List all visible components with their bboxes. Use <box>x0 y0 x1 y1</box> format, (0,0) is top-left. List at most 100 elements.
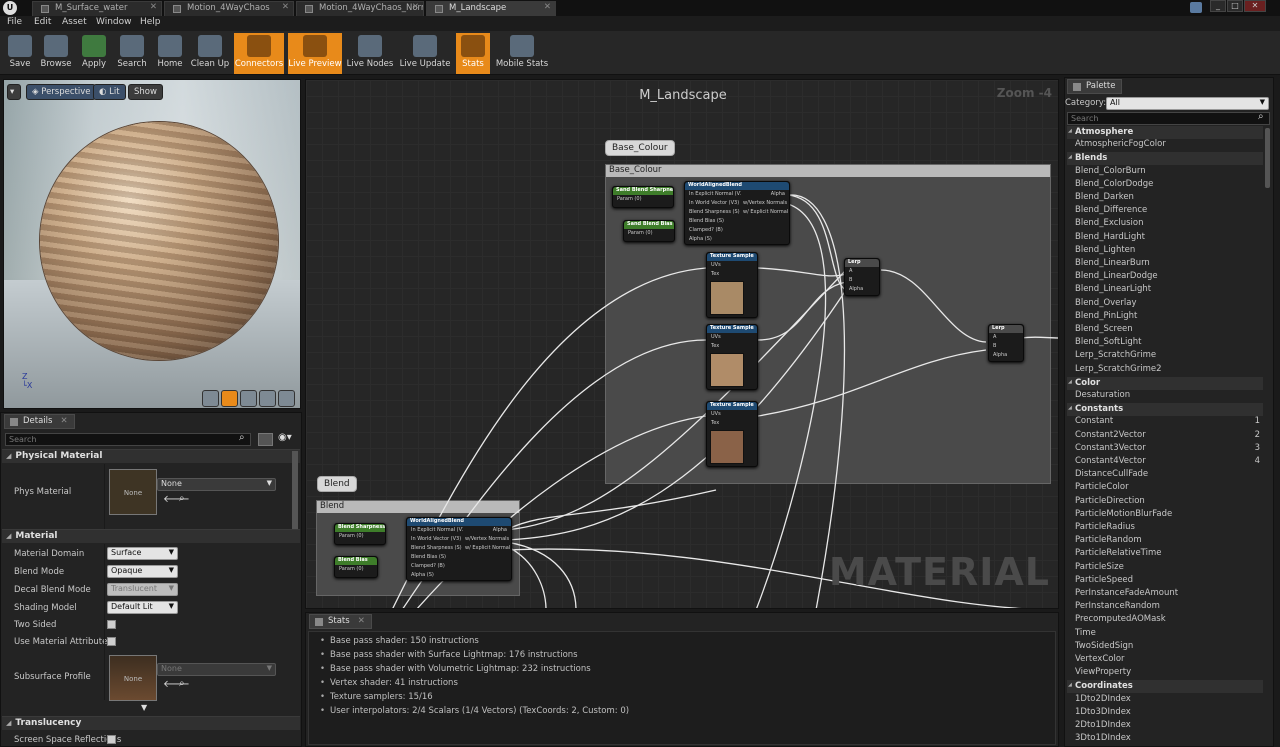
expand-advanced-icon[interactable]: ▼ <box>141 703 147 712</box>
palette-item[interactable]: Constant2Vector 2 <box>1075 430 1260 440</box>
cube-mode-icon[interactable] <box>259 390 276 407</box>
material-preview-viewport[interactable]: ▾ ◈ Perspective ◐ Lit Show Z └X <box>3 79 301 409</box>
palette-item[interactable]: ViewProperty <box>1075 667 1260 677</box>
palette-item[interactable]: Blend_LinearLight <box>1075 284 1260 294</box>
palette-search-input[interactable]: Search <box>1067 112 1270 125</box>
two-sided-checkbox[interactable] <box>107 620 116 629</box>
palette-item[interactable]: Lerp_ScratchGrime <box>1075 350 1260 360</box>
palette-item[interactable]: Blend_LinearBurn <box>1075 258 1260 268</box>
palette-item[interactable]: 3Dto1DIndex <box>1075 733 1260 743</box>
browse-button[interactable]: Browse <box>38 33 74 74</box>
palette-item[interactable]: PrecomputedAOMask <box>1075 614 1260 624</box>
search-button[interactable]: Search <box>114 33 150 74</box>
perspective-button[interactable]: ◈ Perspective <box>26 84 97 100</box>
translucency-section[interactable]: ◢ Translucency <box>2 716 300 730</box>
palette-category[interactable]: Blends <box>1067 152 1263 166</box>
connectors-button[interactable]: Connectors <box>234 33 284 74</box>
phys-material-dropdown[interactable]: None ▼ <box>157 478 276 491</box>
material-section[interactable]: ◢ Material <box>2 529 300 543</box>
tab-m-surface-water[interactable]: M_Surface_water ✕ <box>32 1 162 16</box>
shading-model-dropdown[interactable]: Default Lit ▼ <box>107 601 178 614</box>
palette-item[interactable]: TwoSidedSign <box>1075 641 1260 651</box>
palette-item[interactable]: VertexColor <box>1075 654 1260 664</box>
details-scrollbar[interactable] <box>292 451 298 531</box>
home-button[interactable]: Home <box>154 33 186 74</box>
live-update-button[interactable]: Live Update <box>398 33 452 74</box>
palette-item[interactable]: ParticleDirection <box>1075 496 1260 506</box>
material-domain-dropdown[interactable]: Surface ▼ <box>107 547 178 560</box>
close-icon[interactable]: ✕ <box>282 2 289 12</box>
palette-item[interactable]: ParticleSize <box>1075 562 1260 572</box>
lit-button[interactable]: ◐ Lit <box>93 84 126 100</box>
palette-item[interactable]: 1Dto3DIndex <box>1075 707 1260 717</box>
palette-category[interactable]: Constants <box>1067 403 1263 417</box>
material-graph-editor[interactable]: M_Landscape Zoom -4 Base_Colour Base_Col… <box>305 79 1059 609</box>
browse-asset-icon[interactable]: ⌕ <box>179 493 185 504</box>
close-icon[interactable]: ✕ <box>358 616 365 626</box>
palette-item[interactable]: Blend_ColorDodge <box>1075 179 1260 189</box>
sand-blend-sharpness-node[interactable]: Sand Blend Sharpness Param (0) <box>612 186 674 208</box>
palette-item[interactable]: Blend_Screen <box>1075 324 1260 334</box>
use-material-attributes-checkbox[interactable] <box>107 637 116 646</box>
use-selected-arrow-icon[interactable]: 🡐 <box>163 678 190 690</box>
menu-file[interactable]: File <box>7 17 22 27</box>
palette-category[interactable]: Coordinates <box>1067 680 1263 694</box>
eye-icon[interactable]: ◉▾ <box>278 432 292 443</box>
physical-material-section[interactable]: ◢ Physical Material <box>2 449 300 463</box>
palette-item[interactable]: Blend_HardLight <box>1075 232 1260 242</box>
sand-blend-bias-node[interactable]: Sand Blend Bias Param (0) <box>623 220 675 242</box>
menu-edit[interactable]: Edit <box>34 17 51 27</box>
grid-view-icon[interactable] <box>258 433 273 446</box>
live-nodes-button[interactable]: Live Nodes <box>346 33 394 74</box>
palette-item[interactable]: PerInstanceRandom <box>1075 601 1260 611</box>
palette-item[interactable]: ParticleMotionBlurFade <box>1075 509 1260 519</box>
lerp-node-1[interactable]: Lerp A B Alpha <box>844 258 880 296</box>
palette-item[interactable]: AtmosphericFogColor <box>1075 139 1260 149</box>
palette-item[interactable]: 1Dto2DIndex <box>1075 694 1260 704</box>
close-window-button[interactable]: ✕ <box>1244 0 1266 12</box>
phys-material-thumbnail[interactable]: None <box>109 469 157 515</box>
palette-item[interactable]: Constant 1 <box>1075 416 1260 426</box>
palette-item[interactable]: Blend_LinearDodge <box>1075 271 1260 281</box>
palette-item[interactable]: Blend_Exclusion <box>1075 218 1260 228</box>
tab-motion-4waychaos-norm[interactable]: Motion_4WayChaos_Norm ✕ <box>296 1 424 16</box>
minimize-button[interactable]: _ <box>1210 0 1226 12</box>
palette-item[interactable]: ParticleSpeed <box>1075 575 1260 585</box>
texture-sample-node-1[interactable]: Texture Sample UVs Tex <box>706 252 758 318</box>
screen-space-reflections-checkbox[interactable] <box>107 735 116 744</box>
live-preview-button[interactable]: Live Preview <box>288 33 342 74</box>
plane-mode-icon[interactable] <box>240 390 257 407</box>
palette-item[interactable]: Blend_PinLight <box>1075 311 1260 321</box>
cylinder-mode-icon[interactable] <box>202 390 219 407</box>
save-button[interactable]: Save <box>4 33 36 74</box>
palette-item[interactable]: Constant3Vector 3 <box>1075 443 1260 453</box>
palette-item[interactable]: DistanceCullFade <box>1075 469 1260 479</box>
teapot-mode-icon[interactable] <box>278 390 295 407</box>
palette-item[interactable]: Lerp_ScratchGrime2 <box>1075 364 1260 374</box>
menu-window[interactable]: Window <box>96 17 132 27</box>
apply-button[interactable]: Apply <box>78 33 110 74</box>
texture-sample-node-3[interactable]: Texture Sample UVs Tex <box>706 401 758 467</box>
tab-m-landscape[interactable]: M_Landscape ✕ <box>426 1 556 16</box>
viewport-options-button[interactable]: ▾ <box>7 84 21 100</box>
menu-help[interactable]: Help <box>140 17 161 27</box>
palette-category[interactable]: Color <box>1067 376 1263 390</box>
world-aligned-blend-node-2[interactable]: WorldAlignedBlend In Explicit Normal (V3… <box>406 517 512 581</box>
close-icon[interactable]: ✕ <box>412 2 419 12</box>
palette-item[interactable]: Blend_SoftLight <box>1075 337 1260 347</box>
blend-bias-node[interactable]: Blend Bias Param (0) <box>334 556 378 578</box>
browse-asset-icon[interactable]: ⌕ <box>179 678 185 689</box>
palette-item[interactable]: ParticleColor <box>1075 482 1260 492</box>
sphere-mode-icon[interactable] <box>221 390 238 407</box>
show-button[interactable]: Show <box>128 84 163 100</box>
details-tab[interactable]: Details ✕ <box>4 414 75 429</box>
blend-sharpness-node[interactable]: Blend Sharpness Param (0) <box>334 523 386 545</box>
close-icon[interactable]: ✕ <box>60 416 67 426</box>
palette-item[interactable]: PerInstanceFadeAmount <box>1075 588 1260 598</box>
palette-item[interactable]: Blend_Overlay <box>1075 298 1260 308</box>
palette-item[interactable]: Blend_Lighten <box>1075 245 1260 255</box>
texture-sample-node-2[interactable]: Texture Sample UVs Tex <box>706 324 758 390</box>
palette-item[interactable]: Time <box>1075 628 1260 638</box>
world-aligned-blend-node[interactable]: WorldAlignedBlend In Explicit Normal (V3… <box>684 181 790 245</box>
subsurface-profile-thumbnail[interactable]: None <box>109 655 157 701</box>
